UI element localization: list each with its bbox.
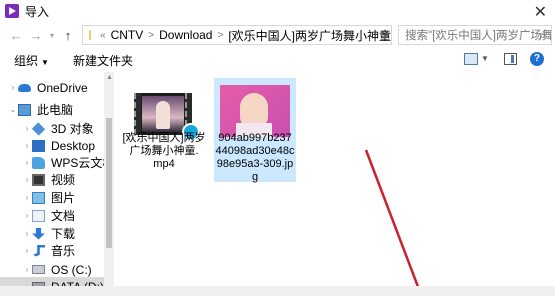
scroll-up-icon[interactable]: ▲ xyxy=(106,74,113,81)
chevron-down-icon: ▼ xyxy=(41,57,49,67)
search-input[interactable]: 搜索"[欢乐中国人]两岁广场舞小..." ⌕ xyxy=(398,25,552,45)
expand-icon[interactable]: › xyxy=(22,193,32,202)
sidebar-item-onedrive[interactable]: › OneDrive xyxy=(0,78,104,97)
sidebar-item-label: OneDrive xyxy=(37,80,88,95)
file-name-line: 44098ad30e48c xyxy=(215,145,295,157)
sidebar-item-this-pc[interactable]: ⌄ 此电脑 xyxy=(0,100,104,119)
sidebar-scrollbar[interactable]: ▲ xyxy=(104,72,114,296)
scrollbar-thumb[interactable] xyxy=(106,118,112,248)
file-name-line: [欢乐中国人]两岁 xyxy=(122,132,206,144)
file-name: [欢乐中国人]两岁 广场舞小神童. mp4 xyxy=(114,132,214,171)
organize-menu[interactable]: 组织 ▼ xyxy=(14,52,49,69)
file-item-image[interactable]: 904ab997b237 44098ad30e48c 98e95a3-309.j… xyxy=(214,78,296,184)
navigation-bar: ← → ▾ ↑ « CNTV > Download > [欢乐中国人]两岁广场舞… xyxy=(0,22,555,48)
film-strip xyxy=(134,93,141,135)
expand-icon[interactable]: › xyxy=(22,211,32,220)
expand-icon[interactable]: › xyxy=(22,141,32,150)
help-icon[interactable]: ? xyxy=(530,52,544,66)
sidebar-item-label: 下载 xyxy=(51,227,76,241)
sidebar-item-label: 文档 xyxy=(51,209,76,223)
expand-icon[interactable]: › xyxy=(22,124,32,133)
sidebar-item-music[interactable]: › 音乐 xyxy=(0,241,104,260)
file-name-line: 广场舞小神童. xyxy=(129,145,199,157)
forward-arrow-icon[interactable]: → xyxy=(26,25,46,45)
view-icon[interactable] xyxy=(464,53,478,65)
horizontal-scrollbar[interactable] xyxy=(0,286,555,296)
search-icon[interactable]: ⌕ xyxy=(539,28,546,43)
breadcrumb-current-folder[interactable]: [欢乐中国人]两岁广场舞小神童 xyxy=(228,27,391,44)
refresh-icon[interactable]: ⟳ xyxy=(376,25,394,45)
file-list: [欢乐中国人]两岁 广场舞小神童. mp4 904ab997b237 44098… xyxy=(114,72,555,296)
drive-icon xyxy=(32,265,45,274)
sidebar-item-pictures[interactable]: › 图片 xyxy=(0,188,104,207)
folder-icon xyxy=(89,30,92,40)
expand-icon[interactable]: › xyxy=(22,265,32,274)
image-thumbnail xyxy=(220,85,290,137)
file-item-video[interactable]: [欢乐中国人]两岁 广场舞小神童. mp4 xyxy=(114,72,214,182)
sidebar-item-label: 图片 xyxy=(51,191,76,205)
sidebar-item-label: 此电脑 xyxy=(37,103,74,117)
sidebar-item-videos[interactable]: › 视频 xyxy=(0,170,104,189)
sidebar-item-documents[interactable]: › 文档 xyxy=(0,206,104,225)
wps-cloud-icon xyxy=(32,156,45,169)
title-bar: 导入 ✕ xyxy=(0,0,555,22)
navigation-pane: › OneDrive ⌄ 此电脑 › 3D 对象 › Desktop › WPS… xyxy=(0,72,114,296)
file-name-line: 98e95a3-309.jp xyxy=(216,158,294,170)
expand-icon[interactable]: › xyxy=(22,158,32,167)
sidebar-item-label: 视频 xyxy=(51,173,76,187)
desktop-icon xyxy=(32,139,45,152)
sidebar-item-label: 3D 对象 xyxy=(51,122,94,136)
cloud-icon xyxy=(18,83,31,92)
document-icon xyxy=(32,209,45,222)
breadcrumb-download[interactable]: Download xyxy=(159,28,212,42)
sidebar-item-label: Desktop xyxy=(51,138,96,153)
preview-pane-icon[interactable] xyxy=(504,53,517,65)
expand-icon[interactable]: › xyxy=(8,83,18,92)
video-icon xyxy=(32,173,45,186)
file-name: 904ab997b237 44098ad30e48c 98e95a3-309.j… xyxy=(214,132,296,184)
search-placeholder: 搜索"[欢乐中国人]两岁广场舞小..." xyxy=(405,30,552,42)
breadcrumb-cntv[interactable]: CNTV xyxy=(111,28,144,42)
music-icon xyxy=(33,244,45,257)
collapse-icon[interactable]: ⌄ xyxy=(8,105,18,114)
chevron-right-icon: > xyxy=(217,29,224,41)
up-arrow-icon[interactable]: ↑ xyxy=(58,25,78,45)
cube-icon xyxy=(31,121,46,136)
file-name-line: mp4 xyxy=(153,158,175,170)
child-figure xyxy=(240,93,268,127)
chevron-right-icon: > xyxy=(148,29,155,41)
address-bar[interactable]: « CNTV > Download > [欢乐中国人]两岁广场舞小神童 ▾ xyxy=(82,25,392,45)
organize-label: 组织 xyxy=(14,53,39,68)
back-arrow-icon[interactable]: ← xyxy=(6,25,26,45)
download-icon xyxy=(32,227,45,240)
expand-icon[interactable]: › xyxy=(22,175,32,184)
picture-icon xyxy=(32,191,45,204)
sidebar-item-label: 音乐 xyxy=(51,244,76,258)
command-toolbar: 组织 ▼ 新建文件夹 ▼ ? xyxy=(0,48,555,72)
sidebar-item-label: OS (C:) xyxy=(51,262,92,277)
computer-icon xyxy=(18,103,31,116)
video-thumbnail xyxy=(134,93,200,141)
new-folder-button[interactable]: 新建文件夹 xyxy=(73,52,133,69)
file-name-line: 904ab997b237 xyxy=(218,132,292,144)
file-name-line: g xyxy=(251,171,259,183)
chevron-down-icon[interactable]: ▼ xyxy=(481,54,489,63)
expand-icon[interactable]: › xyxy=(22,229,32,238)
app-icon xyxy=(5,4,19,18)
recent-dropdown-icon[interactable]: ▾ xyxy=(46,25,58,45)
close-icon[interactable]: ✕ xyxy=(534,2,547,22)
window-title: 导入 xyxy=(25,4,50,19)
overflow-icon[interactable]: « xyxy=(100,30,106,41)
presenter-figure xyxy=(156,101,170,129)
expand-icon[interactable]: › xyxy=(22,246,32,255)
